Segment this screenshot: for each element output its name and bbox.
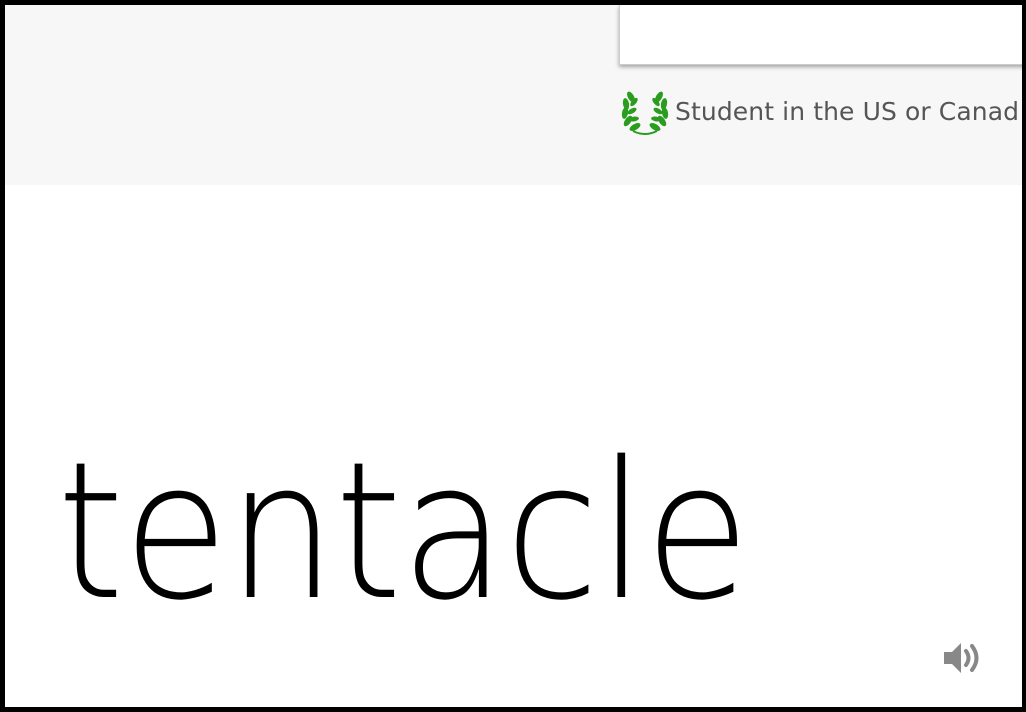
speaker-icon [941,643,987,682]
student-banner-text: Student in the US or Canad [675,96,1020,126]
audio-play-button[interactable] [941,638,987,678]
laurel-wreath-icon [619,87,671,135]
student-banner[interactable]: Student in the US or Canad [619,87,1019,135]
word-display-area: tentacle [5,185,1022,707]
header-band: Student in the US or Canad [5,5,1022,185]
search-box-card[interactable] [619,5,1022,65]
page-frame: Student in the US or Canad tentacle [0,0,1026,712]
headword: tentacle [57,421,750,642]
